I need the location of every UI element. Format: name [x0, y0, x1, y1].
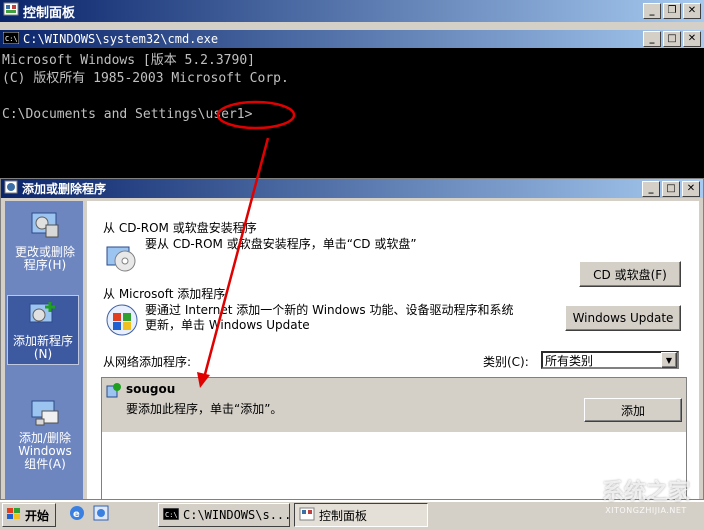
svg-text:C:\: C:\: [5, 35, 18, 43]
cmd-icon: C:\: [162, 507, 180, 523]
sidebar-item-add-new[interactable]: 添加新程序(N): [7, 295, 79, 365]
microsoft-desc-line2: 更新，单击 Windows Update: [145, 318, 310, 332]
dialog-close-button[interactable]: ✕: [682, 180, 700, 197]
cmd-titlebar[interactable]: C:\ C:\WINDOWS\system32\cmd.exe _ □ ✕: [0, 30, 704, 48]
change-remove-icon: [13, 207, 77, 244]
taskbar-item-cmd-label: C:\WINDOWS\s...: [183, 508, 292, 522]
chevron-down-icon[interactable]: ▼: [661, 352, 677, 368]
restore-button[interactable]: ❐: [663, 3, 681, 19]
cdrom-title: 从 CD-ROM 或软盘安装程序: [103, 221, 257, 235]
add-button[interactable]: 添加: [584, 398, 682, 422]
add-remove-dialog: 添加或删除程序 _ □ ✕ 更改或删除程序(H) 添加新程序(N) 添加/删除W…: [0, 178, 704, 500]
sidebar-item-windows-components[interactable]: 添加/删除Windows组件(A): [13, 397, 77, 471]
microsoft-desc-line1: 要通过 Internet 添加一个新的 Windows 功能、设备驱动程序和系统: [145, 303, 514, 317]
dialog-minimize-button[interactable]: _: [642, 180, 660, 197]
dialog-maximize-button[interactable]: □: [662, 180, 680, 197]
cmd-maximize-button[interactable]: □: [663, 31, 681, 47]
start-button[interactable]: 开始: [2, 503, 56, 527]
program-name: sougou: [126, 382, 176, 396]
program-desc: 要添加此程序，单击“添加”。: [126, 402, 283, 416]
cmd-prompt-line: C:\Documents and Settings\user1>: [2, 107, 253, 122]
microsoft-title: 从 Microsoft 添加程序: [103, 287, 226, 301]
cd-floppy-button[interactable]: CD 或软盘(F): [579, 261, 681, 287]
sidebar-item-change-remove[interactable]: 更改或删除程序(H): [13, 207, 77, 272]
cmd-line: [2, 88, 704, 106]
windows-logo-icon: [6, 507, 22, 524]
quick-launch: e: [68, 504, 110, 525]
start-label: 开始: [25, 508, 50, 523]
svg-text:C:\: C:\: [165, 511, 178, 519]
cmd-icon: C:\: [2, 31, 20, 47]
category-label: 类别(C):: [483, 355, 529, 369]
dialog-titlebar[interactable]: 添加或删除程序 _ □ ✕: [1, 179, 703, 198]
add-new-icon: [8, 300, 78, 333]
watermark-text: 系统之家: [601, 480, 690, 505]
category-select[interactable]: 所有类别 ▼: [541, 351, 679, 369]
program-icon: [106, 382, 122, 401]
windows-components-icon: [13, 397, 77, 430]
control-panel-icon: [299, 507, 315, 524]
taskbar-item-control-panel[interactable]: 控制面板: [294, 503, 428, 527]
taskbar-item-cmd[interactable]: C:\ C:\WINDOWS\s...: [158, 503, 292, 527]
control-panel-title: 控制面板: [23, 5, 76, 21]
category-select-value: 所有类别: [545, 353, 594, 368]
cmd-close-button[interactable]: ✕: [683, 31, 701, 47]
dialog-icon: [4, 180, 18, 197]
program-item-sougou[interactable]: sougou 要添加此程序，单击“添加”。 添加: [102, 378, 686, 432]
network-title: 从网络添加程序:: [103, 355, 192, 369]
dialog-main: 从 CD-ROM 或软盘安装程序 要从 CD-ROM 或软盘安装程序，单击“CD…: [87, 201, 699, 499]
windows-update-button[interactable]: Windows Update: [565, 305, 681, 331]
control-panel-titlebar[interactable]: 控制面板 _ ❐ ✕: [0, 0, 704, 22]
windows-update-icon: [105, 303, 139, 340]
cmd-title: C:\WINDOWS\system32\cmd.exe: [23, 32, 219, 46]
watermark-url: XITONGZHIJIA.NET: [605, 506, 687, 515]
cdrom-desc: 要从 CD-ROM 或软盘安装程序，单击“CD 或软盘”: [145, 237, 417, 251]
cmd-console[interactable]: Microsoft Windows [版本 5.2.3790] (C) 版权所有…: [0, 48, 704, 178]
svg-text:e: e: [73, 509, 80, 520]
control-panel-icon: [3, 1, 19, 21]
close-button[interactable]: ✕: [683, 3, 701, 19]
cdrom-icon: [105, 239, 139, 276]
taskbar-item-control-panel-label: 控制面板: [319, 508, 368, 523]
dialog-title: 添加或删除程序: [22, 182, 107, 196]
minimize-button[interactable]: _: [643, 3, 661, 19]
cmd-line: Microsoft Windows [版本 5.2.3790]: [2, 53, 255, 68]
dialog-sidebar: 更改或删除程序(H) 添加新程序(N) 添加/删除Windows组件(A): [5, 201, 83, 499]
cmd-line: (C) 版权所有 1985-2003 Microsoft Corp.: [2, 71, 289, 86]
file-manager-icon[interactable]: [92, 504, 110, 525]
watermark: 系统之家 XITONGZHIJIA.NET: [590, 474, 702, 526]
cmd-minimize-button[interactable]: _: [643, 31, 661, 47]
internet-explorer-icon[interactable]: e: [68, 504, 86, 525]
